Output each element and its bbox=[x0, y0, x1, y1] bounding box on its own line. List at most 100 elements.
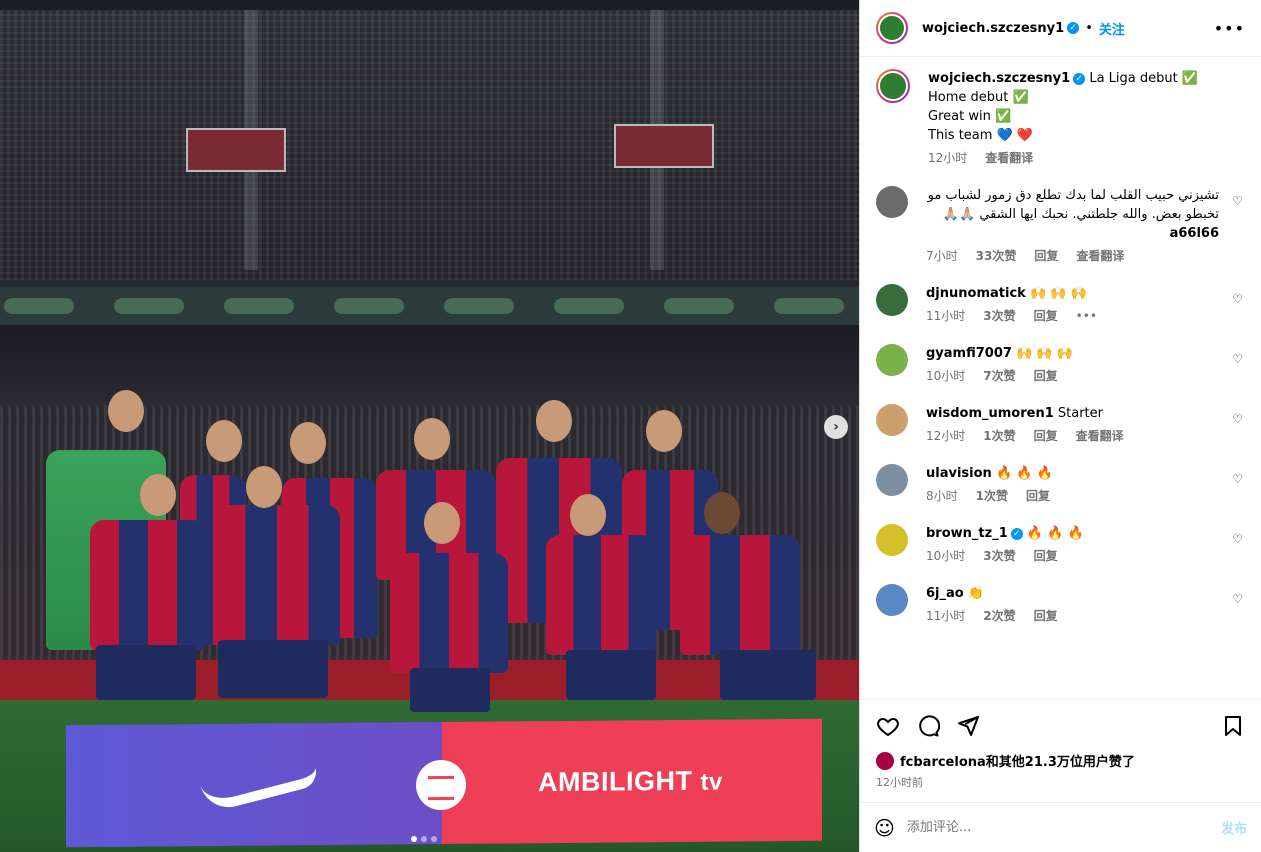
player bbox=[390, 553, 508, 673]
comment-input[interactable] bbox=[906, 820, 1221, 835]
liker-avatar[interactable] bbox=[876, 751, 894, 770]
sponsor-banner: AMBILIGHT tv bbox=[66, 718, 822, 848]
comment-text: Starter bbox=[1057, 406, 1103, 421]
comment-text: 🔥 🔥 🔥 bbox=[1026, 526, 1084, 541]
caption-username[interactable]: wojciech.szczesny1 bbox=[928, 71, 1070, 86]
reply-button[interactable]: 回复 bbox=[1034, 547, 1058, 566]
player-shorts bbox=[566, 650, 656, 700]
caption-line: This team 💙 ❤️ bbox=[928, 128, 1034, 143]
comment-text: 🙌 🙌 🙌 bbox=[1016, 346, 1073, 361]
author-avatar[interactable] bbox=[876, 12, 908, 44]
reply-button[interactable]: 回复 bbox=[1034, 247, 1058, 266]
carousel-indicator bbox=[411, 836, 437, 842]
commenter-username[interactable]: a66l66 bbox=[1170, 226, 1219, 241]
comment-item: ulavision 🔥 🔥 🔥 8小时 1次赞 回复 ♡ bbox=[876, 464, 1245, 506]
commenter-username[interactable]: gyamfi7007 bbox=[926, 346, 1012, 361]
next-slide-button[interactable]: › bbox=[824, 415, 848, 439]
banner-right-panel: AMBILIGHT tv bbox=[442, 718, 822, 845]
like-comment-heart-icon[interactable]: ♡ bbox=[1232, 292, 1243, 306]
comment-options-icon[interactable]: ••• bbox=[1076, 307, 1097, 326]
comment-time: 10小时 bbox=[926, 369, 966, 383]
post-image[interactable]: AMBILIGHT tv › bbox=[0, 0, 859, 852]
comment-likes[interactable]: 2次赞 bbox=[983, 607, 1015, 626]
post-side-panel: wojciech.szczesny1 ✓ • 关注 ••• wojciech.sz… bbox=[859, 0, 1261, 852]
comments-list[interactable]: wojciech.szczesny1 ✓ La Liga debut ✅ Home… bbox=[860, 57, 1261, 699]
like-comment-heart-icon[interactable]: ♡ bbox=[1232, 352, 1243, 366]
post-header: wojciech.szczesny1 ✓ • 关注 ••• bbox=[860, 0, 1261, 57]
commenter-username[interactable]: djnunomatick bbox=[926, 286, 1026, 301]
chevron-right-icon: › bbox=[833, 419, 839, 435]
commenter-avatar[interactable] bbox=[876, 584, 908, 616]
comment-likes[interactable]: 33次赞 bbox=[976, 247, 1017, 266]
commenter-avatar[interactable] bbox=[876, 284, 908, 316]
like-comment-heart-icon[interactable]: ♡ bbox=[1232, 592, 1243, 606]
commenter-avatar[interactable] bbox=[876, 404, 908, 436]
player-head bbox=[206, 420, 242, 462]
commenter-avatar[interactable] bbox=[876, 344, 908, 376]
see-translation-link[interactable]: 查看翻译 bbox=[985, 149, 1033, 168]
comment-item: gyamfi7007 🙌 🙌 🙌 10小时 7次赞 回复 ♡ bbox=[876, 344, 1245, 386]
comment-likes[interactable]: 1次赞 bbox=[976, 487, 1008, 506]
caption-line: Great win ✅ bbox=[928, 109, 1012, 124]
likes-summary[interactable]: fcbarcelona和其他21.3万位用户赞了 bbox=[900, 751, 1135, 770]
comment-item: djnunomatick 🙌 🙌 🙌 11小时 3次赞 回复 ••• ♡ bbox=[876, 284, 1245, 326]
like-comment-heart-icon[interactable]: ♡ bbox=[1232, 532, 1243, 546]
comment-text: تشيزني حبيب القلب لما بدك تطلع دق زمور ل… bbox=[927, 188, 1219, 222]
stadium-sign bbox=[614, 124, 714, 168]
follow-button[interactable]: 关注 bbox=[1099, 19, 1125, 38]
player-head bbox=[108, 390, 144, 432]
comment-time: 11小时 bbox=[926, 609, 966, 623]
commenter-username[interactable]: wisdom_umoren1 bbox=[926, 406, 1054, 421]
comment-text: 🔥 🔥 🔥 bbox=[995, 466, 1053, 481]
bookmark-icon[interactable] bbox=[1221, 714, 1245, 738]
reply-button[interactable]: 回复 bbox=[1026, 487, 1050, 506]
like-comment-heart-icon[interactable]: ♡ bbox=[1232, 472, 1243, 486]
commenter-username[interactable]: 6j_ao bbox=[926, 586, 964, 601]
stadium-sign bbox=[186, 128, 286, 172]
comment-time: 8小时 bbox=[926, 489, 958, 503]
heart-icon[interactable] bbox=[876, 714, 900, 738]
comment-time: 10小时 bbox=[926, 549, 966, 563]
verified-badge-icon: ✓ bbox=[1067, 22, 1080, 34]
commenter-avatar[interactable] bbox=[876, 186, 908, 218]
commenter-username[interactable]: brown_tz_1 bbox=[926, 526, 1008, 541]
caption-time: 12小时 bbox=[928, 151, 968, 165]
post-time: 12小时前 bbox=[876, 776, 923, 789]
smiley-icon[interactable]: ☺ bbox=[874, 816, 895, 840]
commenter-avatar[interactable] bbox=[876, 524, 908, 556]
player-head bbox=[246, 466, 282, 508]
reply-button[interactable]: 回复 bbox=[1034, 307, 1058, 326]
commenter-avatar[interactable] bbox=[876, 464, 908, 496]
player-head bbox=[414, 418, 450, 460]
see-translation-link[interactable]: 查看翻译 bbox=[1076, 247, 1124, 266]
comment-item: 6j_ao 👏 11小时 2次赞 回复 ♡ bbox=[876, 584, 1245, 626]
comment-likes[interactable]: 3次赞 bbox=[983, 547, 1015, 566]
more-options-icon[interactable]: ••• bbox=[1214, 19, 1245, 38]
reply-button[interactable]: 回复 bbox=[1034, 607, 1058, 626]
see-translation-link[interactable]: 查看翻译 bbox=[1076, 427, 1124, 446]
separator: • bbox=[1085, 20, 1093, 36]
comment-likes[interactable]: 7次赞 bbox=[983, 367, 1015, 386]
share-icon[interactable] bbox=[956, 714, 980, 738]
add-comment-bar: ☺ 发布 bbox=[860, 802, 1261, 852]
comment-item: تشيزني حبيب القلب لما بدك تطلع دق زمور ل… bbox=[876, 186, 1245, 266]
like-comment-heart-icon[interactable]: ♡ bbox=[1232, 194, 1243, 208]
stadium-crowd-upper bbox=[0, 10, 859, 280]
author-username[interactable]: wojciech.szczesny1 ✓ bbox=[922, 21, 1080, 36]
comment-icon[interactable] bbox=[916, 714, 940, 738]
caption-avatar[interactable] bbox=[876, 69, 910, 103]
player bbox=[90, 520, 206, 650]
post-actions bbox=[860, 699, 1261, 751]
reply-button[interactable]: 回复 bbox=[1034, 367, 1058, 386]
comment-likes[interactable]: 1次赞 bbox=[983, 427, 1015, 446]
post-comment-button[interactable]: 发布 bbox=[1221, 818, 1247, 837]
reply-button[interactable]: 回复 bbox=[1034, 427, 1058, 446]
comment-likes[interactable]: 3次赞 bbox=[983, 307, 1015, 326]
player bbox=[680, 535, 800, 655]
player bbox=[546, 535, 656, 655]
like-comment-heart-icon[interactable]: ♡ bbox=[1232, 412, 1243, 426]
comment-item: brown_tz_1 ✓ 🔥 🔥 🔥 10小时 3次赞 回复 ♡ bbox=[876, 524, 1245, 566]
commenter-username[interactable]: ulavision bbox=[926, 466, 992, 481]
comment-text: 🙌 🙌 🙌 bbox=[1029, 286, 1087, 301]
player-head bbox=[570, 494, 606, 536]
